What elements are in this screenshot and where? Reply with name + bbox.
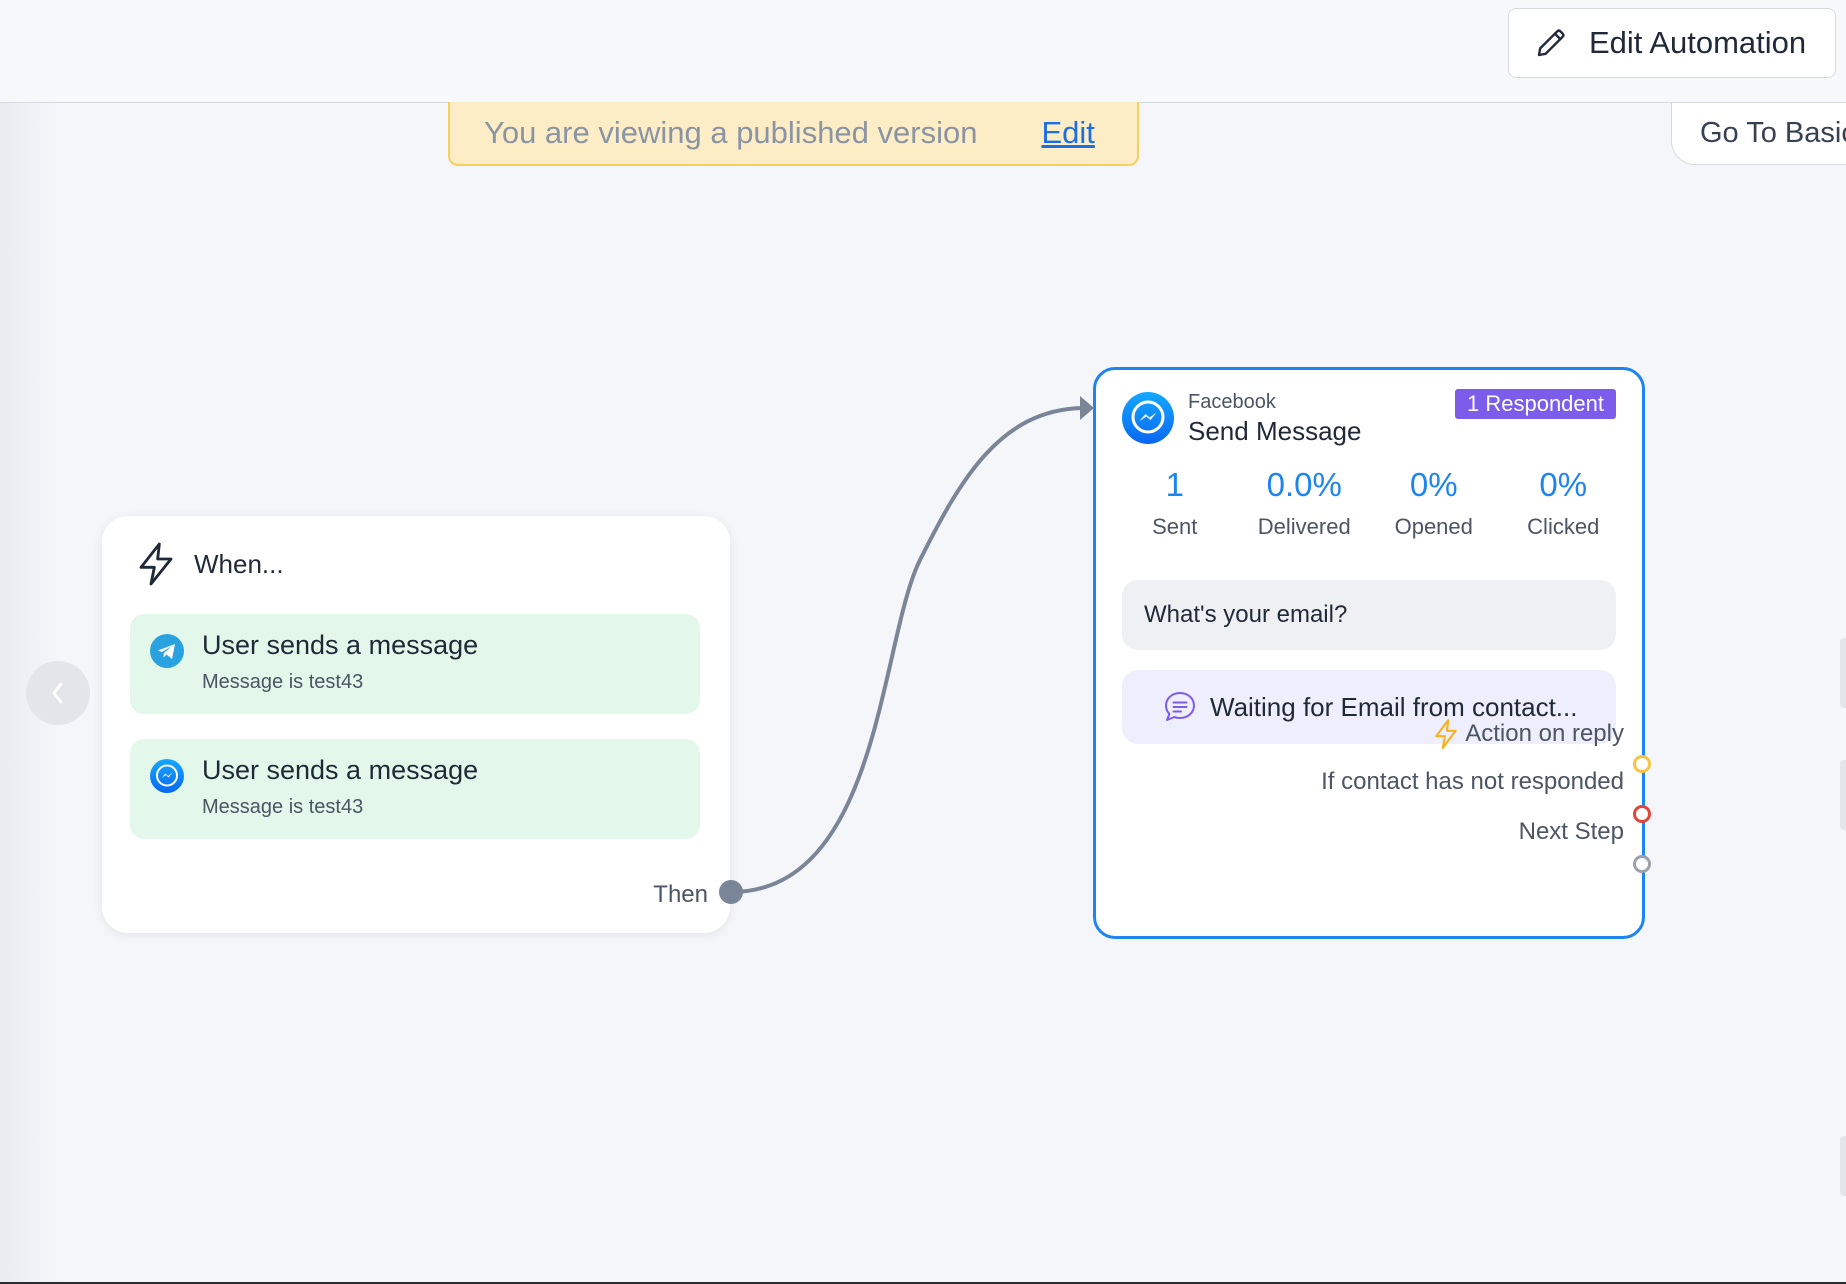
branch-label: Next Step — [1518, 818, 1624, 845]
banner-text: You are viewing a published version — [484, 115, 978, 150]
not-responded-port[interactable] — [1633, 805, 1651, 823]
then-label: Then — [653, 881, 708, 908]
stat-label: Sent — [1152, 514, 1198, 539]
stat-value: 0% — [1539, 466, 1588, 503]
chevron-left-icon — [52, 682, 63, 704]
next-step-port[interactable] — [1633, 855, 1651, 873]
message-question-bubble: What's your email? — [1122, 580, 1616, 650]
banner-edit-link[interactable]: Edit — [1041, 115, 1094, 151]
published-version-banner: You are viewing a published version Edit — [448, 102, 1139, 166]
stat-clicked: 0% Clicked — [1499, 466, 1629, 540]
stat-label: Delivered — [1257, 514, 1351, 539]
go-to-basic-label: Go To Basic — [1700, 117, 1846, 149]
stat-delivered: 0.0% Delivered — [1240, 466, 1370, 540]
edit-automation-button[interactable]: Edit Automation — [1508, 8, 1836, 78]
waiting-text: Waiting for Email from contact... — [1210, 691, 1578, 722]
stat-label: Clicked — [1527, 514, 1600, 539]
branch-not-responded: If contact has not responded — [1321, 768, 1624, 796]
action-on-reply-port[interactable] — [1633, 755, 1651, 773]
stat-value: 0% — [1409, 466, 1458, 503]
lightning-bolt-icon — [1435, 719, 1457, 749]
go-to-basic-button[interactable]: Go To Basic — [1671, 103, 1846, 165]
stat-opened: 0% Opened — [1369, 466, 1499, 540]
trigger-item-title: User sends a message — [202, 630, 479, 660]
collapse-panel-button[interactable] — [26, 661, 90, 725]
branch-label: If contact has not responded — [1321, 768, 1624, 795]
message-stats: 1 Sent 0.0% Delivered 0% Opened 0% Click… — [1110, 466, 1628, 540]
message-platform: Facebook — [1188, 391, 1276, 413]
branch-next-step: Next Step — [1519, 818, 1624, 846]
right-edge-tab[interactable] — [1840, 638, 1846, 708]
send-message-node[interactable]: Facebook Send Message 1 Respondent 1 Sen… — [1093, 367, 1651, 939]
trigger-item-title: User sends a message — [202, 755, 479, 785]
respondent-badge[interactable]: 1 Respondent — [1455, 389, 1616, 419]
pencil-icon — [1537, 29, 1565, 57]
stat-value: 0.0% — [1266, 466, 1342, 503]
lightning-bolt-icon — [139, 542, 173, 586]
right-edge-tab[interactable] — [1840, 760, 1846, 830]
trigger-item-subtitle: Message is test43 — [202, 796, 364, 818]
trigger-header: When... — [136, 542, 284, 586]
branch-action-on-reply: Action on reply — [1433, 719, 1624, 749]
edit-automation-label: Edit Automation — [1589, 25, 1807, 60]
then-output-port[interactable] — [719, 880, 743, 904]
messenger-icon — [150, 759, 184, 793]
messenger-icon — [1122, 392, 1174, 444]
stat-label: Opened — [1394, 514, 1473, 539]
branch-label: Action on reply — [1465, 720, 1624, 747]
stat-sent: 1 Sent — [1110, 466, 1240, 540]
trigger-item-subtitle: Message is test43 — [202, 671, 364, 693]
stat-value: 1 — [1165, 466, 1184, 503]
right-edge-tab[interactable] — [1840, 1136, 1846, 1196]
chat-bubble-icon — [1165, 692, 1195, 721]
telegram-icon — [150, 634, 184, 668]
message-node-title: Send Message — [1188, 416, 1362, 446]
trigger-condition-telegram[interactable]: User sends a message Message is test43 — [130, 614, 700, 714]
trigger-condition-messenger[interactable]: User sends a message Message is test43 — [130, 739, 700, 839]
connector-arrowhead — [1080, 396, 1094, 420]
trigger-node[interactable]: When... User sends a message Message is … — [102, 516, 730, 933]
trigger-heading: When... — [194, 548, 284, 579]
